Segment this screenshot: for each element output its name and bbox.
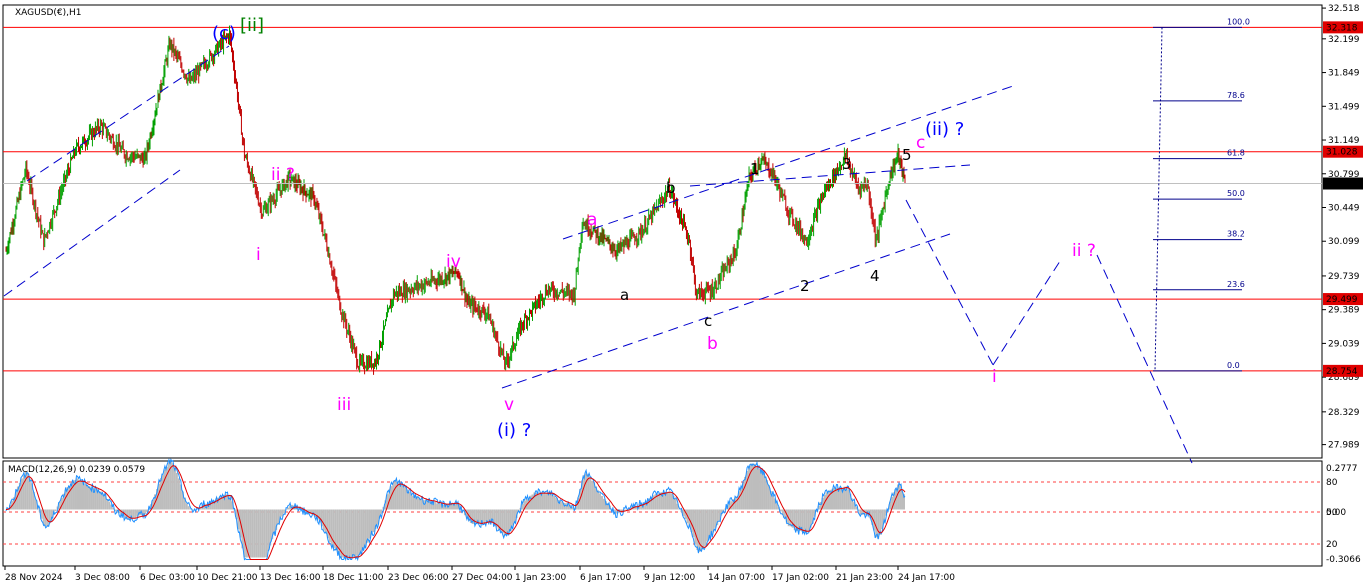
y-tick-label: 29.739 (1328, 272, 1360, 282)
wave-label-v: v (504, 395, 514, 415)
price-chart[interactable]: XAGUSD(€),H1 MACD(12,26,9) 0.0239 0.0579… (0, 0, 1366, 588)
y-tick-label: 31.149 (1328, 136, 1360, 146)
x-tick-label: 3 Dec 08:00 (75, 573, 130, 583)
wave-label-c-magenta: c (916, 133, 925, 153)
macd-level-label: 20 (1326, 540, 1338, 550)
wave-label-i-question: (i) ? (497, 420, 531, 441)
x-tick-label: 10 Dec 21:00 (197, 573, 258, 583)
wave-label-ii-question-projection: ii ? (1072, 241, 1096, 261)
fib-level-label: 38.2 (1227, 230, 1245, 239)
y-tick-label: 27.989 (1328, 441, 1360, 451)
wave-label-a-black: a (620, 286, 629, 304)
x-tick-label: 13 Dec 16:00 (260, 573, 321, 583)
y-tick-label: 31.499 (1328, 102, 1360, 112)
macd-level-label: 80 (1326, 478, 1338, 488)
wave-label-4: 4 (870, 267, 880, 285)
wave-label-c-black: c (704, 312, 712, 330)
x-tick-label: 28 Nov 2024 (5, 573, 63, 583)
y-tick-label: 30.449 (1328, 204, 1360, 214)
fib-level-label: 61.8 (1227, 149, 1245, 158)
level-price-tag-label: 32.318 (1326, 23, 1358, 33)
wave-label-2: 2 (800, 277, 810, 295)
macd-y-tick-label: 0.00 (1326, 508, 1346, 518)
level-price-tag-label: 28.754 (1326, 367, 1358, 377)
fib-level-label: 50.0 (1227, 189, 1245, 198)
x-tick-label: 21 Jan 23:00 (836, 573, 893, 583)
x-tick-label: 17 Jan 02:00 (772, 573, 829, 583)
y-tick-label: 31.849 (1328, 69, 1360, 79)
wave-label-i: i (256, 245, 261, 265)
fib-level-label: 78.6 (1227, 91, 1245, 100)
wave-label-b-black: b (666, 179, 676, 197)
x-tick-label: 27 Dec 04:00 (452, 573, 513, 583)
wave-label-5: 5 (902, 146, 912, 164)
fib-level-label: 23.6 (1227, 280, 1245, 289)
macd-title: MACD(12,26,9) 0.0239 0.0579 (8, 465, 145, 475)
x-tick-label: 1 Jan 23:00 (515, 573, 567, 583)
x-tick-label: 24 Jan 17:00 (898, 573, 955, 583)
wave-label-1: 1 (750, 160, 760, 178)
wave-label-ii-question: ii ? (271, 165, 295, 185)
macd-y-tick-label: -0.3066 (1326, 555, 1361, 565)
macd-y-tick-label: 0.2777 (1326, 464, 1358, 474)
wave-label-iii: iii (337, 395, 351, 415)
y-tick-label: 32.518 (1328, 4, 1360, 14)
x-tick-label: 23 Dec 06:00 (388, 573, 449, 583)
y-tick-label: 30.099 (1328, 237, 1360, 247)
wave-label-i-projection: i (992, 367, 997, 387)
wave-label-a-magenta: a (587, 210, 597, 230)
y-tick-label: 28.329 (1328, 408, 1360, 418)
y-tick-label: 32.199 (1328, 35, 1360, 45)
x-tick-label: 9 Jan 12:00 (644, 573, 696, 583)
y-tick-label: 29.039 (1328, 339, 1360, 349)
level-price-tag-label: 31.028 (1326, 148, 1358, 158)
current-price-tag-label: 30.698 (1326, 180, 1358, 190)
x-tick-label: 6 Dec 03:00 (140, 573, 195, 583)
wave-label-b-magenta: b (707, 334, 718, 354)
y-tick-label: 29.389 (1328, 306, 1360, 316)
x-tick-label: 14 Jan 07:00 (708, 573, 765, 583)
x-tick-label: 6 Jan 17:00 (580, 573, 632, 583)
wave-label-ii-green: [ii] (240, 15, 264, 36)
x-tick-label: 18 Dec 11:00 (323, 573, 384, 583)
wave-label-iv: iv (446, 252, 461, 272)
wave-label-c-blue: (c) (212, 23, 236, 44)
wave-label-3: 3 (842, 155, 852, 173)
fib-level-label: 0.0 (1227, 361, 1240, 370)
chart-title: XAGUSD(€),H1 (15, 8, 81, 18)
level-price-tag-label: 29.499 (1326, 295, 1358, 305)
wave-label-ii-question-blue: (ii) ? (925, 119, 964, 140)
fib-level-label: 100.0 (1227, 17, 1250, 26)
